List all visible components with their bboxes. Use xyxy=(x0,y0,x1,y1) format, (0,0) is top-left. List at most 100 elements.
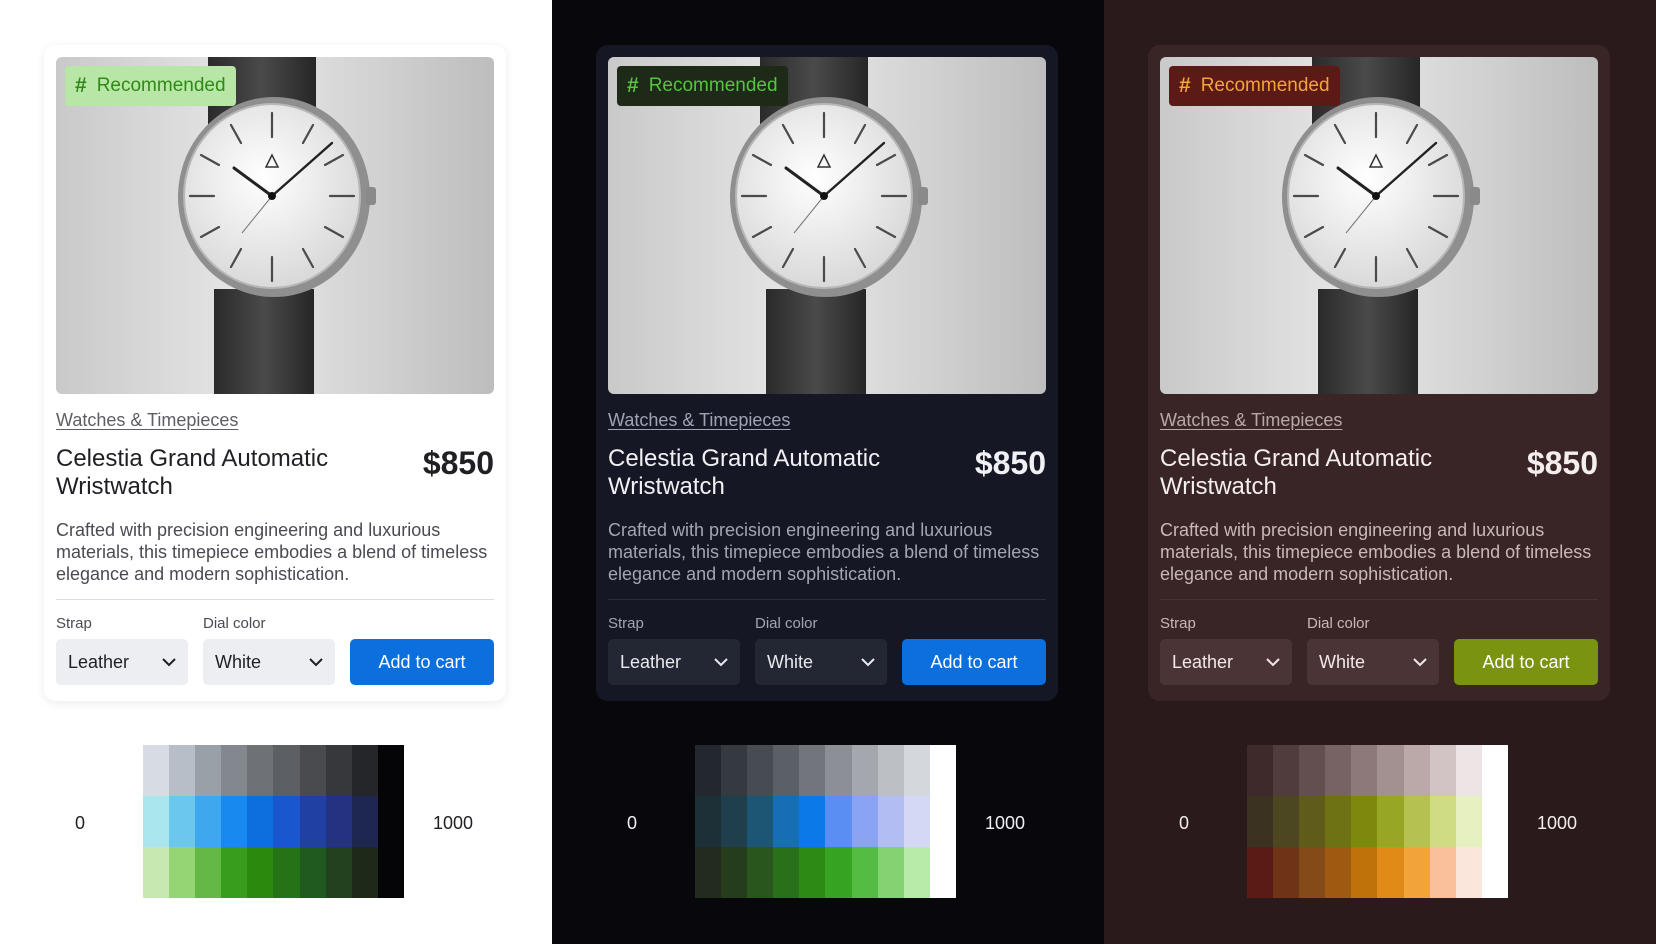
color-swatch xyxy=(877,745,904,796)
color-swatch xyxy=(851,847,878,898)
dial-color-value: White xyxy=(215,651,262,672)
badge-label: Recommended xyxy=(1200,75,1330,96)
color-swatch-grid xyxy=(143,745,404,898)
color-swatch xyxy=(351,745,378,796)
dial-color-select[interactable]: White xyxy=(755,639,887,685)
color-swatch xyxy=(1273,796,1300,847)
dial-color-label: Dial color xyxy=(1307,615,1370,632)
color-swatch xyxy=(195,847,222,898)
color-swatch xyxy=(929,745,956,796)
strap-select[interactable]: Leather xyxy=(56,639,188,685)
color-swatch xyxy=(695,745,722,796)
color-swatch-grid xyxy=(695,745,956,898)
product-price: $850 xyxy=(1526,445,1598,481)
scale-min-label: 0 xyxy=(1179,813,1190,833)
strap-select[interactable]: Leather xyxy=(608,639,740,685)
color-swatch xyxy=(143,796,170,847)
category-link[interactable]: Watches & Timepieces xyxy=(608,410,790,431)
divider xyxy=(1160,599,1598,600)
dial-color-value: White xyxy=(1319,651,1366,672)
color-swatch xyxy=(799,745,826,796)
product-card: # Recommended Watches & Timepieces Celes… xyxy=(1148,45,1610,701)
product-description: Crafted with precision engineering and l… xyxy=(608,520,1040,584)
dial-color-label: Dial color xyxy=(203,615,266,632)
color-swatch xyxy=(877,796,904,847)
add-to-cart-button[interactable]: Add to cart xyxy=(1454,639,1598,685)
chevron-down-icon xyxy=(1266,658,1280,667)
color-swatch xyxy=(221,847,248,898)
chevron-down-icon xyxy=(1413,658,1427,667)
color-swatch xyxy=(273,745,300,796)
color-swatch xyxy=(773,796,800,847)
color-swatch xyxy=(1325,745,1352,796)
color-swatch xyxy=(1351,847,1378,898)
title-row: Celestia Grand Automatic Wristwatch $850 xyxy=(1160,445,1598,501)
color-swatch xyxy=(377,796,404,847)
dial-field: Dial color White xyxy=(1307,615,1439,685)
dial-color-value: White xyxy=(767,651,814,672)
color-swatch xyxy=(1351,796,1378,847)
color-swatch-grid xyxy=(1247,745,1508,898)
product-image[interactable]: # Recommended xyxy=(608,57,1046,394)
scale-min-label: 0 xyxy=(75,813,86,833)
color-swatch xyxy=(1403,796,1430,847)
dial-color-select[interactable]: White xyxy=(203,639,335,685)
color-swatch xyxy=(377,847,404,898)
color-swatch xyxy=(721,796,748,847)
color-swatch xyxy=(747,745,774,796)
product-card: # Recommended Watches & Timepieces Celes… xyxy=(44,45,506,701)
color-swatch xyxy=(773,745,800,796)
dial-color-label: Dial color xyxy=(755,615,818,632)
product-image[interactable]: # Recommended xyxy=(56,57,494,394)
badge-label: Recommended xyxy=(96,75,226,96)
color-swatch xyxy=(1377,847,1404,898)
color-swatch xyxy=(351,796,378,847)
add-to-cart-button[interactable]: Add to cart xyxy=(350,639,494,685)
recommended-badge: # Recommended xyxy=(65,66,236,106)
strap-label: Strap xyxy=(608,615,644,632)
color-swatch xyxy=(747,796,774,847)
color-swatch xyxy=(325,847,352,898)
color-swatch xyxy=(1455,847,1482,898)
color-swatch xyxy=(1325,847,1352,898)
color-swatch xyxy=(1247,745,1274,796)
chevron-down-icon xyxy=(861,658,875,667)
color-swatch xyxy=(825,847,852,898)
strap-label: Strap xyxy=(56,615,92,632)
category-link[interactable]: Watches & Timepieces xyxy=(1160,410,1342,431)
color-swatch xyxy=(747,847,774,898)
color-swatch xyxy=(1299,847,1326,898)
color-swatch xyxy=(1325,796,1352,847)
dial-field: Dial color White xyxy=(755,615,887,685)
color-swatch xyxy=(799,796,826,847)
color-swatch xyxy=(247,796,274,847)
category-link[interactable]: Watches & Timepieces xyxy=(56,410,238,431)
recommended-badge: # Recommended xyxy=(617,66,788,106)
color-swatch xyxy=(1299,796,1326,847)
divider xyxy=(608,599,1046,600)
product-title: Celestia Grand Automatic Wristwatch xyxy=(1160,445,1433,500)
chevron-down-icon xyxy=(309,658,323,667)
color-swatch xyxy=(799,847,826,898)
theme-panel-warm: # Recommended Watches & Timepieces Celes… xyxy=(1104,0,1656,944)
color-swatch xyxy=(903,847,930,898)
color-swatch xyxy=(1299,745,1326,796)
color-swatch xyxy=(1429,745,1456,796)
color-swatch xyxy=(1455,796,1482,847)
chevron-down-icon xyxy=(162,658,176,667)
product-card: # Recommended Watches & Timepieces Celes… xyxy=(596,45,1058,701)
dial-color-select[interactable]: White xyxy=(1307,639,1439,685)
product-image[interactable]: # Recommended xyxy=(1160,57,1598,394)
color-swatch xyxy=(325,745,352,796)
hash-icon: # xyxy=(1179,74,1191,97)
color-swatch xyxy=(247,745,274,796)
color-swatch xyxy=(299,847,326,898)
add-to-cart-button[interactable]: Add to cart xyxy=(902,639,1046,685)
chevron-down-icon xyxy=(714,658,728,667)
color-swatch xyxy=(221,796,248,847)
color-swatch xyxy=(773,847,800,898)
color-swatch xyxy=(1455,745,1482,796)
color-swatch xyxy=(1481,745,1508,796)
purchase-controls: Strap Leather Dial color White Add to ca… xyxy=(608,615,1046,685)
strap-select[interactable]: Leather xyxy=(1160,639,1292,685)
